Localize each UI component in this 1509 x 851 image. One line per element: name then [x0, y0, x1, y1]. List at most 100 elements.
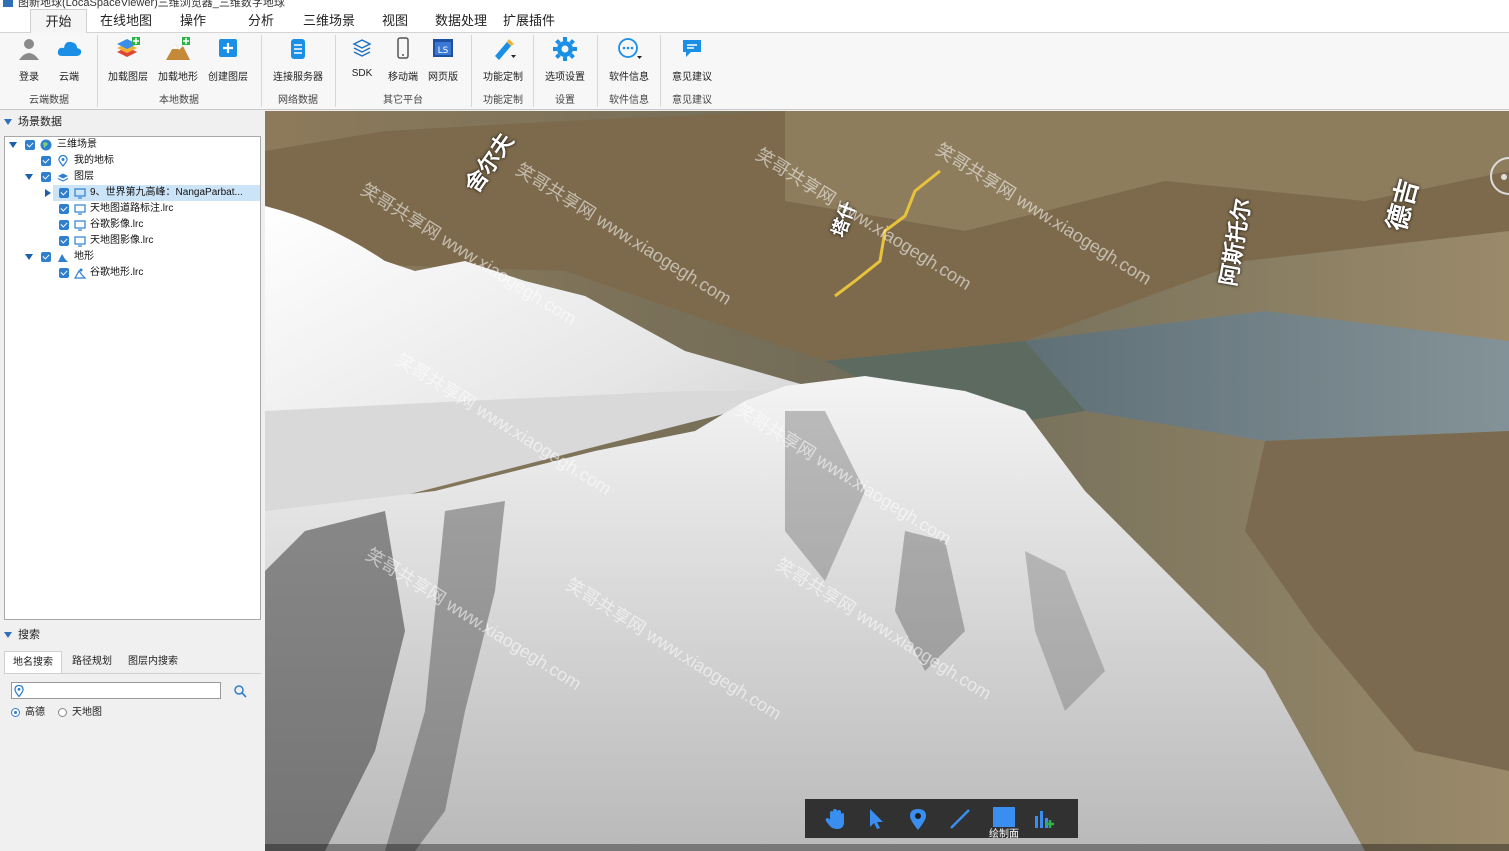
- sdk-label: SDK: [351, 68, 373, 79]
- software-info-button[interactable]: 软件信息: [604, 36, 654, 84]
- tab-analysis[interactable]: 分析: [238, 9, 284, 34]
- tree-node-layer-road-labels[interactable]: 天地图道路标注.lrc: [53, 201, 260, 217]
- layer-file-icon: [74, 204, 86, 215]
- tree-label: 地形: [74, 251, 94, 262]
- tree-node-terrain[interactable]: 地形: [5, 249, 260, 265]
- feedback-button[interactable]: 意见建议: [667, 36, 717, 84]
- checkbox[interactable]: [59, 236, 69, 246]
- web-button[interactable]: LS 网页版: [426, 36, 460, 84]
- globe-icon: [40, 139, 52, 151]
- chart-icon[interactable]: [1031, 806, 1057, 832]
- tab-online-map[interactable]: 在线地图: [96, 9, 156, 34]
- compass-icon[interactable]: [1489, 151, 1509, 201]
- scene-data-title: 场景数据: [18, 116, 62, 128]
- login-label: 登录: [19, 72, 39, 83]
- checkbox[interactable]: [59, 268, 69, 278]
- title-bar: 图新地球(LocaSpaceViewer)三维浏览器_三维数字地球: [0, 0, 1509, 9]
- collapse-triangle-icon: [4, 632, 12, 639]
- search-icon[interactable]: [233, 684, 247, 698]
- status-bar: [265, 844, 1509, 851]
- ribbon-separator: [335, 35, 336, 107]
- group-settings-label: 设置: [555, 95, 575, 106]
- plus-square-icon: [219, 39, 237, 57]
- tab-operation[interactable]: 操作: [170, 9, 216, 34]
- expand-arrow-icon[interactable]: [9, 142, 17, 148]
- ribbon-separator: [533, 35, 534, 107]
- options-button[interactable]: 选项设置: [540, 36, 590, 84]
- load-layer-button[interactable]: 加载图层: [106, 36, 150, 84]
- checkbox[interactable]: [41, 252, 51, 262]
- window-title: 图新地球(LocaSpaceViewer)三维浏览器_三维数字地球: [18, 0, 285, 9]
- group-feedback-label: 意见建议: [672, 95, 712, 106]
- radio-button[interactable]: [11, 707, 20, 717]
- sdk-button[interactable]: SDK: [346, 36, 378, 84]
- map-viewport-3d[interactable]: 舍尔夫 塔什 阿斯托尔 德吉 笑哥共享网 www.xiaogegh.com 笑哥…: [265, 111, 1509, 851]
- tree-label: 天地图道路标注.lrc: [90, 203, 174, 214]
- tab-3d-scene[interactable]: 三维场景: [298, 9, 360, 34]
- tree-node-layers[interactable]: 图层: [5, 169, 260, 185]
- connect-server-button[interactable]: 连接服务器: [270, 36, 326, 84]
- customize-button[interactable]: 功能定制: [478, 36, 528, 84]
- database-icon: [291, 39, 305, 59]
- search-header[interactable]: 搜索: [4, 626, 40, 644]
- tree-node-my-placemarks[interactable]: 我的地标: [5, 153, 260, 169]
- tree-label: 谷歌地形.lrc: [90, 267, 144, 278]
- expand-arrow-icon[interactable]: [45, 189, 51, 197]
- tree-node-layer-google-imagery[interactable]: 谷歌影像.lrc: [53, 217, 260, 233]
- layer-file-icon: [74, 220, 86, 231]
- phone-icon: [397, 37, 409, 59]
- hand-pan-icon[interactable]: [823, 806, 849, 832]
- group-customize-label: 功能定制: [483, 95, 523, 106]
- layers-add-icon: [117, 37, 140, 57]
- login-button[interactable]: 登录: [12, 36, 46, 84]
- cloud-icon: [57, 41, 82, 56]
- pointer-icon[interactable]: [863, 806, 889, 832]
- checkbox[interactable]: [41, 172, 51, 182]
- radio-button[interactable]: [58, 707, 67, 717]
- checkbox[interactable]: [59, 220, 69, 230]
- expand-arrow-icon[interactable]: [25, 254, 33, 260]
- group-cloud-data-label: 云端数据: [29, 95, 69, 106]
- placemark-icon[interactable]: [905, 806, 931, 832]
- tree-node-layer-nangaparbat[interactable]: 9、世界第九高峰：NangaParbat...: [45, 185, 260, 201]
- line-icon[interactable]: [947, 806, 973, 832]
- ribbon-separator: [597, 35, 598, 107]
- tab-place-search[interactable]: 地名搜索: [4, 651, 62, 673]
- checkbox[interactable]: [25, 140, 35, 150]
- cloud-label: 云端: [59, 72, 79, 83]
- terrain-icon: [58, 254, 68, 262]
- tree-label: 谷歌影像.lrc: [90, 219, 144, 230]
- cloud-button[interactable]: 云端: [52, 36, 86, 84]
- tree-node-google-terrain[interactable]: 谷歌地形.lrc: [53, 265, 260, 281]
- tree-node-3d-scene[interactable]: 三维场景: [5, 137, 260, 153]
- terrain-scene: [265, 111, 1509, 851]
- info-dots-icon: [618, 38, 642, 59]
- user-icon: [19, 39, 39, 60]
- tab-start[interactable]: 开始: [30, 9, 87, 34]
- radio-label: 天地图: [72, 707, 102, 718]
- create-layer-label: 创建图层: [208, 72, 248, 83]
- scene-data-header[interactable]: 场景数据: [4, 113, 62, 131]
- ribbon-separator: [660, 35, 661, 107]
- tab-view[interactable]: 视图: [372, 9, 418, 34]
- checkbox[interactable]: [59, 204, 69, 214]
- tab-extensions[interactable]: 扩展插件: [498, 9, 560, 34]
- tab-data-processing[interactable]: 数据处理: [430, 9, 492, 34]
- tree-node-layer-tianditu-imagery[interactable]: 天地图影像.lrc: [53, 233, 260, 249]
- mobile-button[interactable]: 移动端: [386, 36, 420, 84]
- search-input[interactable]: [11, 682, 221, 699]
- tree-label: 9、世界第九高峰：NangaParbat...: [90, 187, 243, 198]
- left-panel: 场景数据 三维场景 我的地标 图层 9、世界第九高峰：NangaParbat..…: [0, 111, 265, 851]
- collapse-triangle-icon: [4, 119, 12, 126]
- radio-tianditu[interactable]: 天地图: [58, 706, 102, 720]
- load-terrain-button[interactable]: 加载地形: [156, 36, 200, 84]
- ribbon-separator: [97, 35, 98, 107]
- radio-label: 高德: [25, 707, 45, 718]
- checkbox[interactable]: [41, 156, 51, 166]
- tab-layer-search[interactable]: 图层内搜索: [122, 651, 184, 673]
- tab-route-planning[interactable]: 路径规划: [66, 651, 118, 673]
- checkbox[interactable]: [59, 188, 69, 198]
- expand-arrow-icon[interactable]: [25, 174, 33, 180]
- radio-gaode[interactable]: 高德: [11, 706, 45, 720]
- create-layer-button[interactable]: 创建图层: [206, 36, 250, 84]
